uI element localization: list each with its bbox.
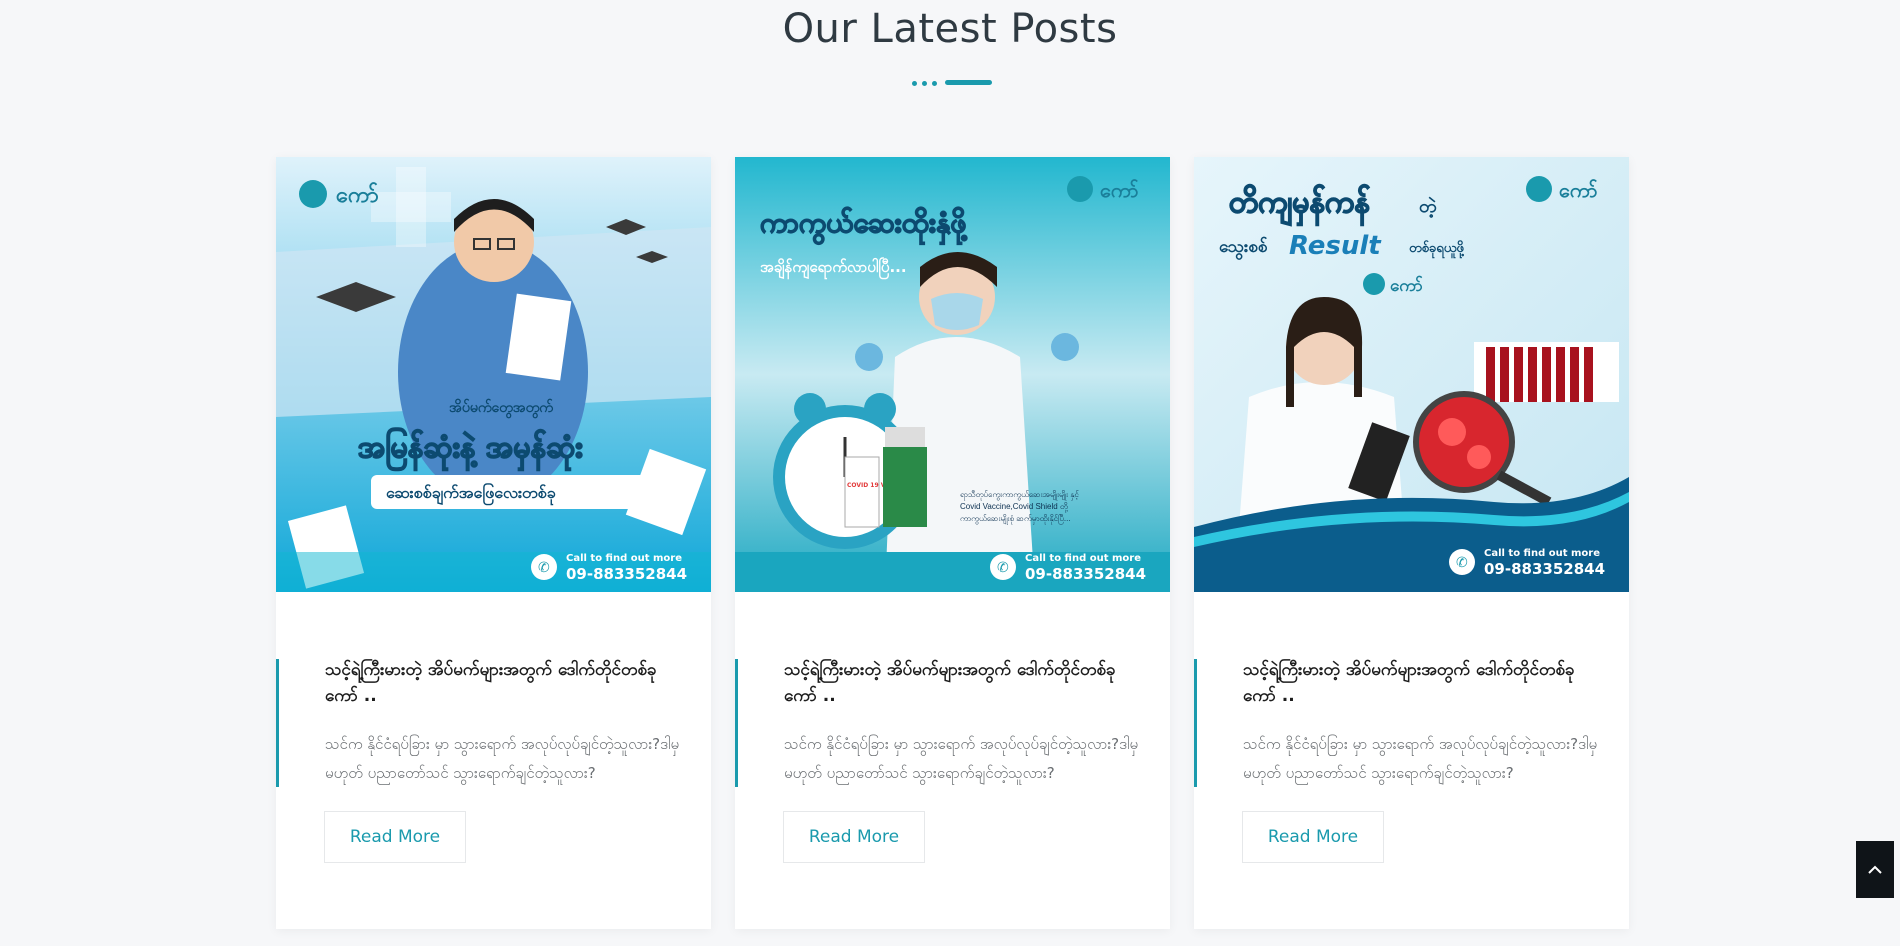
phone-icon: ✆ [538, 559, 550, 575]
post-excerpt: သင်က နိုင်ငံရပ်ခြား မှာ သွားရောက် အလုပ်လ… [325, 735, 680, 782]
call-text: Call to find out more [566, 553, 682, 564]
phone-number: 09-883352844 [566, 565, 687, 583]
brand-logo-small: ကော် [1390, 275, 1423, 296]
image-sub-result: Result [1289, 231, 1382, 261]
post-card-1: ကော် အိပ်မက်တွေအတွက် အမြန်ဆုံးနဲ့ အမှန်ဆ… [276, 157, 711, 929]
brand-logo: ကော် [1559, 178, 1598, 202]
card-accent-bar [735, 659, 738, 787]
title-divider [912, 80, 992, 86]
post-card-2: COVID 19 VACCINE ကာကွယ်ဆေးထိုးနှံဖို့ အခ… [735, 157, 1170, 929]
card-accent-bar [1194, 659, 1197, 787]
chevron-up-icon [1868, 865, 1882, 874]
read-more-button[interactable]: Read More [324, 811, 466, 863]
card-accent-bar [276, 659, 279, 787]
section-title: Our Latest Posts [782, 6, 1118, 52]
post-3-image[interactable]: တိကျမှန်ကန် တဲ့ သွေးစစ် Result တစ်ခုရယူဖ… [1194, 157, 1629, 592]
post-2-image[interactable]: COVID 19 VACCINE ကာကွယ်ဆေးထိုးနှံဖို့ အခ… [735, 157, 1170, 592]
phone-number: 09-883352844 [1025, 565, 1146, 583]
read-more-button[interactable]: Read More [783, 811, 925, 863]
call-text: Call to find out more [1484, 548, 1600, 559]
back-to-top-button[interactable] [1856, 841, 1894, 898]
post-card-3: တိကျမှန်ကန် တဲ့ သွေးစစ် Result တစ်ခုရယူဖ… [1194, 157, 1629, 929]
post-excerpt: သင်က နိုင်ငံရပ်ခြား မှာ သွားရောက် အလုပ်လ… [784, 735, 1139, 782]
phone-icon: ✆ [1456, 554, 1468, 570]
post-excerpt: သင်က နိုင်ငံရပ်ခြား မှာ သွားရောက် အလုပ်လ… [1243, 735, 1598, 782]
phone-icon: ✆ [997, 559, 1009, 575]
post-title[interactable]: သင့်ရဲ့ကြီးမားတဲ့ အိပ်မက်များအတွက် ဒေါက်… [325, 657, 675, 709]
read-more-button[interactable]: Read More [1242, 811, 1384, 863]
post-1-image[interactable]: ကော် အိပ်မက်တွေအတွက် အမြန်ဆုံးနဲ့ အမှန်ဆ… [276, 157, 711, 592]
brand-logo: ကော် [1100, 178, 1139, 202]
phone-number: 09-883352844 [1484, 560, 1605, 578]
call-text: Call to find out more [1025, 553, 1141, 564]
post-title[interactable]: သင့်ရဲ့ကြီးမားတဲ့ အိပ်မက်များအတွက် ဒေါက်… [1243, 657, 1593, 709]
image-headline-suffix: တဲ့ [1419, 196, 1437, 219]
post-title[interactable]: သင့်ရဲ့ကြီးမားတဲ့ အိပ်မက်များအတွက် ဒေါက်… [784, 657, 1134, 709]
brand-logo: ကော် [336, 181, 379, 208]
